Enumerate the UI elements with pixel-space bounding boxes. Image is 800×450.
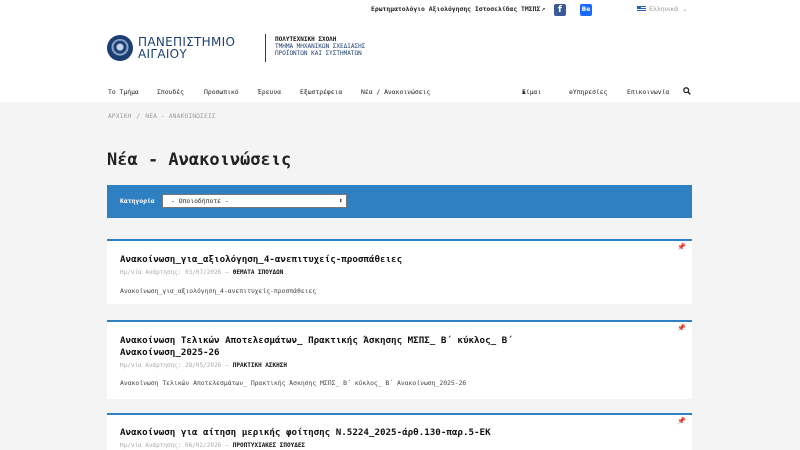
- date-label: Ημ/νία Ανάρτησης:: [120, 269, 182, 276]
- announcement-excerpt: Ανακοίνωση Τελικών Αποτελεσμάτων_ Πρακτι…: [120, 379, 467, 387]
- nav-item-research[interactable]: Έρευνα: [258, 88, 281, 96]
- behance-icon[interactable]: Be: [580, 4, 592, 16]
- breadcrumb-current: ΝΕΑ - ΑΝΑΚΟΙΝΩΣΕΙΣ: [145, 113, 216, 120]
- search-icon[interactable]: [683, 87, 691, 97]
- announcement-title-line1[interactable]: Ανακοίνωση Τελικών Αποτελεσμάτων_ Πρακτι…: [120, 335, 513, 347]
- breadcrumb-home[interactable]: ΑΡΧΙΚΗ: [108, 113, 131, 120]
- top-utility-bar: Ερωτηματολόγιο Αξιολόγησης Ιστοσελίδας Τ…: [0, 4, 800, 18]
- pin-icon: 📌: [677, 417, 686, 425]
- category-filter-label: Κατηγορία: [120, 197, 155, 205]
- announcement-date: 03/07/2026: [185, 269, 222, 276]
- select-arrows-icon: ⬍: [338, 197, 343, 205]
- school-name: ΠΟΛΥΤΕΧΝΙΚΗ ΣΧΟΛΗ: [275, 36, 337, 43]
- announcement-meta: Ημ/νία Ανάρτησης: 06/02/2026– ΠΡΟΠΤΥΧΙΑΚΕ…: [120, 442, 306, 449]
- nav-item-staff[interactable]: Προσωπικό: [204, 88, 239, 96]
- university-name[interactable]: ΠΑΝΕΠΙΣΤΗΜΙΟ ΑΙΓΑΙΟΥ: [138, 36, 235, 60]
- category-select[interactable]: - Οποιοδήποτε - ⬍: [162, 194, 347, 208]
- announcement-title[interactable]: Ανακοίνωση Τελικών Αποτελεσμάτων_ Πρακτι…: [120, 335, 513, 359]
- pin-icon: 📌: [677, 324, 686, 332]
- survey-link-label[interactable]: Ερωτηματολόγιο Αξιολόγησης Ιστοσελίδας Τ…: [371, 5, 540, 13]
- breadcrumb: ΑΡΧΙΚΗ / ΝΕΑ - ΑΝΑΚΟΙΝΩΣΕΙΣ: [108, 113, 216, 120]
- date-label: Ημ/νία Ανάρτησης:: [120, 362, 182, 369]
- department-line2: ΠΡΟΪΟΝΤΩΝ ΚΑΙ ΣΥΣΤΗΜΑΤΩΝ: [275, 50, 362, 57]
- breadcrumb-separator: /: [136, 113, 141, 120]
- chevron-down-icon: ⌄: [682, 6, 688, 13]
- survey-link[interactable]: Ερωτηματολόγιο Αξιολόγησης Ιστοσελίδας Τ…: [371, 5, 546, 13]
- nav-item-eservices[interactable]: eΥπηρεσίες: [569, 88, 607, 96]
- university-name-line2: ΑΙΓΑΙΟΥ: [138, 47, 188, 61]
- language-selector[interactable]: Ελληνικά ⌄: [637, 5, 687, 13]
- department-line1: ΤΜΗΜΑ ΜΗΧΑΝΙΚΩΝ ΣΧΕΔΙΑΣΗΣ: [275, 43, 366, 50]
- university-logo[interactable]: [107, 35, 133, 61]
- announcement-category[interactable]: ΠΡΑΚΤΙΚΗ ΑΣΚΗΣΗ: [233, 362, 287, 369]
- announcement-date: 28/05/2026: [185, 362, 222, 369]
- category-filter-bar: Κατηγορία - Οποιοδήποτε - ⬍: [107, 185, 692, 218]
- date-label: Ημ/νία Ανάρτησης:: [120, 442, 182, 449]
- nav-item-outreach[interactable]: Εξωστρέφεια: [300, 88, 342, 96]
- announcement-card: 📌 Ανακοίνωση_για_αξιολόγηση_4-ανεπιτυχεί…: [107, 239, 692, 304]
- brand-divider: [265, 34, 266, 62]
- nav-item-news[interactable]: Νέα / Ανακοινώσεις: [361, 88, 430, 96]
- nav-item-contact[interactable]: Επικοινωνία: [627, 88, 669, 96]
- announcement-title[interactable]: Ανακοίνωση_για_αξιολόγηση_4-ανεπιτυχείς-…: [120, 254, 402, 266]
- announcement-excerpt: Ανακοίνωση_για_αξιολόγηση_4-ανεπιτυχείς-…: [120, 287, 317, 295]
- nav-item-i-am-label[interactable]: Είμαι: [522, 88, 541, 96]
- header: Ερωτηματολόγιο Αξιολόγησης Ιστοσελίδας Τ…: [0, 0, 800, 102]
- department-name[interactable]: ΠΟΛΥΤΕΧΝΙΚΗ ΣΧΟΛΗ ΤΜΗΜΑ ΜΗΧΑΝΙΚΩΝ ΣΧΕΔΙΑ…: [275, 36, 365, 57]
- external-link-icon: ↗: [541, 5, 546, 13]
- announcement-category[interactable]: ΠΡΟΠΤΥΧΙΑΚΕΣ ΣΠΟΥΔΕΣ: [233, 442, 305, 449]
- announcement-category[interactable]: ΘΕΜΑΤΑ ΣΠΟΥΔΩΝ: [233, 269, 284, 276]
- pin-icon: 📌: [677, 243, 686, 251]
- announcement-title[interactable]: Ανακοίνωση για αίτηση μερικής φοίτησης Ν…: [120, 427, 491, 439]
- facebook-icon[interactable]: f: [554, 4, 566, 16]
- category-select-value[interactable]: - Οποιοδήποτε -: [171, 197, 229, 205]
- page-title: Νέα - Ανακοινώσεις: [107, 150, 292, 170]
- nav-item-department[interactable]: Το Τμήμα: [108, 88, 139, 96]
- announcement-date: 06/02/2026: [185, 442, 222, 449]
- nav-item-studies[interactable]: Σπουδές: [157, 88, 184, 96]
- language-label[interactable]: Ελληνικά: [649, 5, 678, 13]
- announcement-card: 📌 Ανακοίνωση για αίτηση μερικής φοίτησης…: [107, 413, 692, 450]
- announcement-meta: Ημ/νία Ανάρτησης: 28/05/2026– ΠΡΑΚΤΙΚΗ ΑΣ…: [120, 362, 287, 369]
- announcement-meta: Ημ/νία Ανάρτησης: 03/07/2026– ΘΕΜΑΤΑ ΣΠΟΥ…: [120, 269, 284, 276]
- greek-flag-icon: [637, 6, 646, 12]
- announcement-card: 📌 Ανακοίνωση Τελικών Αποτελεσμάτων_ Πρακ…: [107, 320, 692, 399]
- announcement-title-line2[interactable]: Ανακοίνωση_2025-26: [120, 347, 513, 359]
